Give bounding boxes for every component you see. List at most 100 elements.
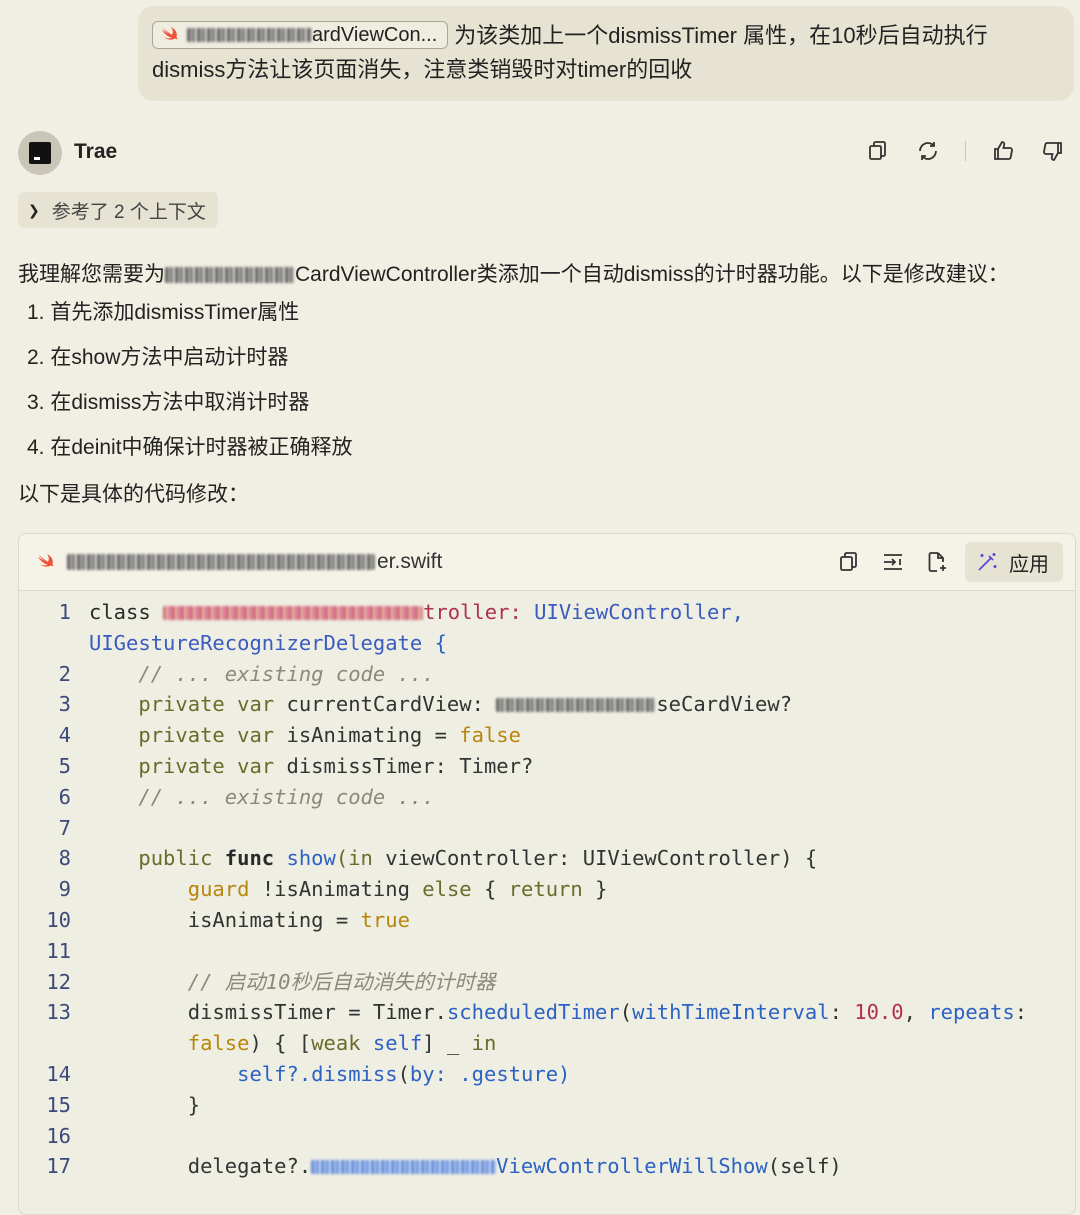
message-actions [841,138,1066,164]
response-outro: 以下是具体的代码修改： [18,483,249,506]
assistant-name: Trae [74,140,118,163]
user-message-bubble: ardViewCon... 为该类加上一个dismissTimer 属性，在10… [138,6,1074,101]
code-line: 5 private var dismissTimer: Timer? [19,751,1075,782]
intro-prefix: 我理解您需要为 [18,263,165,286]
code-line: 2 // ... existing code ... [19,659,1075,690]
code-token: viewController: UIViewController) { [385,846,818,871]
apply-label: 应用 [1009,553,1049,576]
code-token: in [471,1031,497,1056]
code-line: 12 // 启动10秒后自动消失的计时器 [19,967,1075,998]
line-number: 16 [46,1123,71,1148]
line-number: 10 [46,907,71,932]
copy-icon [840,552,857,571]
code-token: : [829,1000,855,1025]
user-message-line1: 为该类加上一个dismissTimer 属性，在10秒后自动执行 [454,23,988,48]
line-number: 2 [58,661,71,686]
trae-avatar [18,131,62,175]
code-token: func [224,846,287,871]
new-file-icon [928,552,946,572]
code-token: false [459,723,521,748]
code-token: false [187,1031,250,1056]
line-number: 1 [58,600,71,624]
code-token: !isAnimating [261,877,423,902]
code-line: 1 class troller: UIViewController, [19,597,1075,628]
line-number: 9 [58,877,71,902]
code-filename: er.swift [67,550,442,574]
code-token: { [483,877,509,902]
insert-at-cursor-icon [884,554,902,570]
code-token: private var [138,753,287,778]
code-toolbar: 应用 [825,542,1063,582]
dislike-button[interactable] [1040,138,1066,164]
apply-button[interactable]: 应用 [965,542,1063,582]
code-line: 6 // ... existing code ... [19,782,1075,813]
swift-icon [37,553,54,567]
file-chip-label: ardViewCon... [312,24,438,47]
code-token: scheduledTimer [446,1000,620,1025]
new-file-button[interactable] [917,542,957,582]
code-token: : [1014,1000,1028,1025]
code-block-header: er.swift 应用 [19,534,1075,591]
copy-icon [869,141,886,160]
like-button[interactable] [990,138,1016,164]
code-token: currentCardView: [286,692,497,717]
code-token: isAnimating = [187,907,361,932]
code-line: UIGestureRecognizerDelegate { [19,628,1075,659]
regenerate-button[interactable] [915,138,941,164]
code-token: true [360,907,410,932]
code-token: private var [138,692,287,717]
line-number: 13 [46,1000,71,1025]
copy-code-button[interactable] [829,542,869,582]
line-number: 15 [46,1092,71,1117]
intro-suffix: CardViewController类添加一个自动dismiss的计时器功能。以… [295,263,1009,286]
code-line: 13 dismissTimer = Timer.scheduledTimer(w… [19,997,1075,1028]
copy-button[interactable] [865,138,891,164]
code-token: self [372,1031,423,1056]
code-token: dismissTimer = Timer. [187,1000,447,1025]
insert-code-button[interactable] [873,542,913,582]
code-content: 1 class troller: UIViewController, UIGest… [19,591,1075,1182]
line-number: 12 [46,969,71,994]
refresh-icon [919,142,937,160]
context-references-toggle[interactable]: ❯ 参考了 2 个上下文 [18,192,218,228]
code-token: UIViewController, [534,600,744,624]
list-item: 2. 在show方法中启动计时器 [27,346,289,369]
code-line: 11 [19,936,1075,967]
code-line: 14 self?.dismiss(by: .gesture) [19,1059,1075,1090]
line-number: 6 [58,784,71,809]
list-item: 3. 在dismiss方法中取消计时器 [27,391,310,414]
redacted-class-name [163,606,424,620]
code-token: dismiss [311,1061,398,1086]
code-token: by [409,1061,435,1086]
code-token: } [582,877,608,902]
magic-wand-icon [978,553,997,571]
redacted-filename [67,554,375,570]
code-token: weak [311,1031,373,1056]
code-token: ( [619,1000,633,1025]
code-line: 17 delegate?. ViewControllerWillShow(self… [19,1151,1075,1182]
thumbs-up-icon [994,141,1013,160]
thumbs-down-icon [1043,142,1062,161]
swift-icon [161,26,178,40]
line-number: 7 [58,815,71,840]
code-token: guard [187,877,262,902]
code-token: show [286,846,336,871]
code-token: (in [335,846,386,871]
file-reference-chip[interactable]: ardViewCon... [152,21,449,50]
code-line: 4 private var isAnimating = false [19,720,1075,751]
trae-logo-icon [29,142,51,164]
code-token: public [138,846,225,871]
code-token: self?. [237,1061,312,1086]
code-token: seCardView? [656,692,793,717]
code-token: dismissTimer: Timer? [286,753,534,778]
redacted-class-name [187,28,312,43]
context-label: 参考了 2 个上下文 [51,201,206,223]
code-line: 3 private var currentCardView: seCardVie… [19,689,1075,720]
user-message-line2: dismiss方法让该页面消失，注意类销毁时对timer的回收 [152,57,693,82]
line-number: 14 [46,1061,71,1086]
line-number: 8 [58,846,71,871]
code-comment: // ... existing code ... [138,661,435,686]
code-token: repeats [928,1000,1015,1025]
code-token: isAnimating = [286,723,460,748]
code-token: else [422,877,484,902]
